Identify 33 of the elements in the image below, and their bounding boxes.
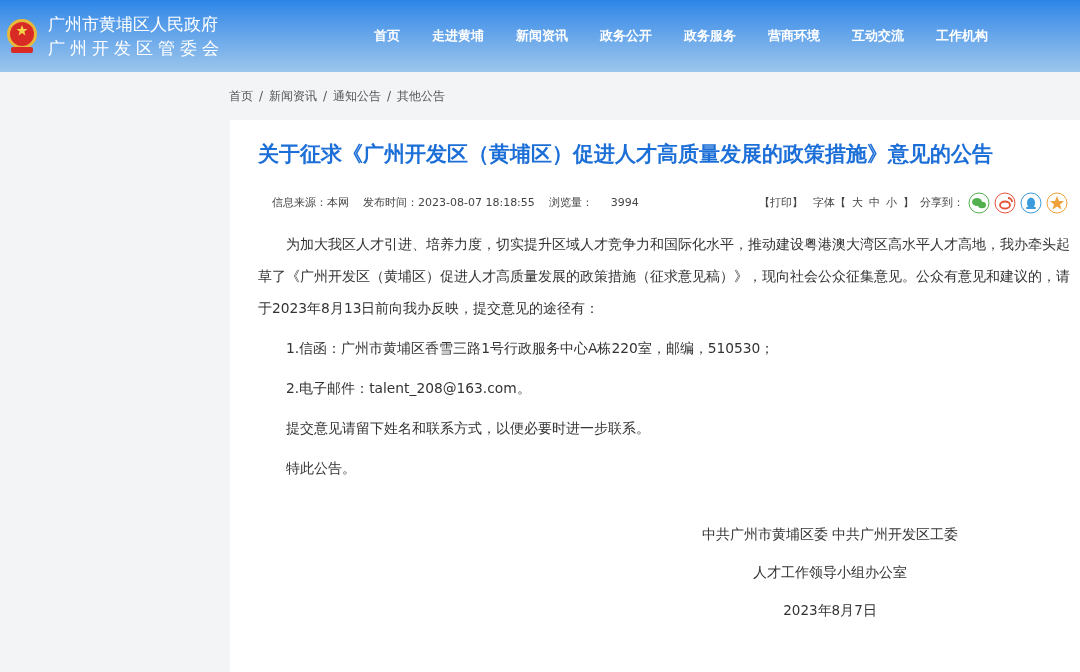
signature-line: 2023年8月7日 [783, 601, 877, 620]
breadcrumb-link[interactable]: 通知公告 [333, 87, 382, 105]
signature-line: 人才工作领导小组办公室 [753, 563, 907, 582]
penguin-icon[interactable] [1020, 192, 1042, 214]
source-text: 信息来源：本网 [272, 194, 349, 211]
views-count: 3994 [610, 194, 639, 211]
article-paragraph: 2.电子邮件：talent_208@163.com。 [285, 379, 532, 398]
font-size-link[interactable]: 小 [886, 194, 897, 212]
breadcrumb-link[interactable]: 其他公告 [397, 87, 446, 105]
article-paragraph: 1.信函：广州市黄埔区香雪三路1号行政服务中心A栋220室，邮编，510530； [285, 339, 776, 358]
article-title: 关于征求《广州开发区（黄埔区）促进人才高质量发展的政策措施》意见的公告 [258, 141, 994, 168]
font-size-bracket: 】 [903, 194, 914, 211]
breadcrumb-link[interactable]: 新闻资讯 [269, 87, 318, 105]
share-label: 分享到： [920, 194, 964, 211]
speech-bubbles-icon[interactable] [968, 192, 990, 214]
views-label: 浏览量： [548, 194, 593, 211]
font-size-link[interactable]: 中 [869, 194, 880, 212]
breadcrumb-separator: / [323, 88, 328, 105]
article-paragraph: 提交意见请留下姓名和联系方式，以便必要时进一步联系。 [285, 419, 651, 438]
emblem-icon [4, 17, 40, 55]
article-paragraph: 特此公告。 [285, 459, 357, 478]
breadcrumb-link[interactable]: 首页 [229, 87, 253, 105]
site-title: 广州市黄埔区人民政府 [48, 13, 219, 36]
font-size-link[interactable]: 大 [852, 194, 863, 212]
breadcrumb-separator: / [259, 88, 264, 105]
print-link[interactable]: 【打印】 [759, 194, 803, 212]
swirl-icon[interactable] [994, 192, 1016, 214]
signature-line: 中共广州市黄埔区委 中共广州开发区工委 [701, 525, 959, 544]
article-paragraph: 为加大我区人才引进、培养力度，切实提升区域人才竞争力和国际化水平，推动建设粤港澳大湾区高水平人才高地，我办牵头起草了《广州开发区（黄埔区）促进人才高质量发展的政策措施（征求意见稿）》，现向社会公众征集意见。公众有意见和建议的，请于2023年8月13日前向我办反映，提交意见的途径有： [258, 235, 1071, 318]
publish-time: 发布时间：2023-08-07 18:18:55 [363, 194, 535, 211]
site-subtitle: 广州开发区管委会 [48, 37, 225, 60]
font-size-label: 字体【 [813, 194, 846, 211]
breadcrumb-separator: / [387, 88, 392, 105]
